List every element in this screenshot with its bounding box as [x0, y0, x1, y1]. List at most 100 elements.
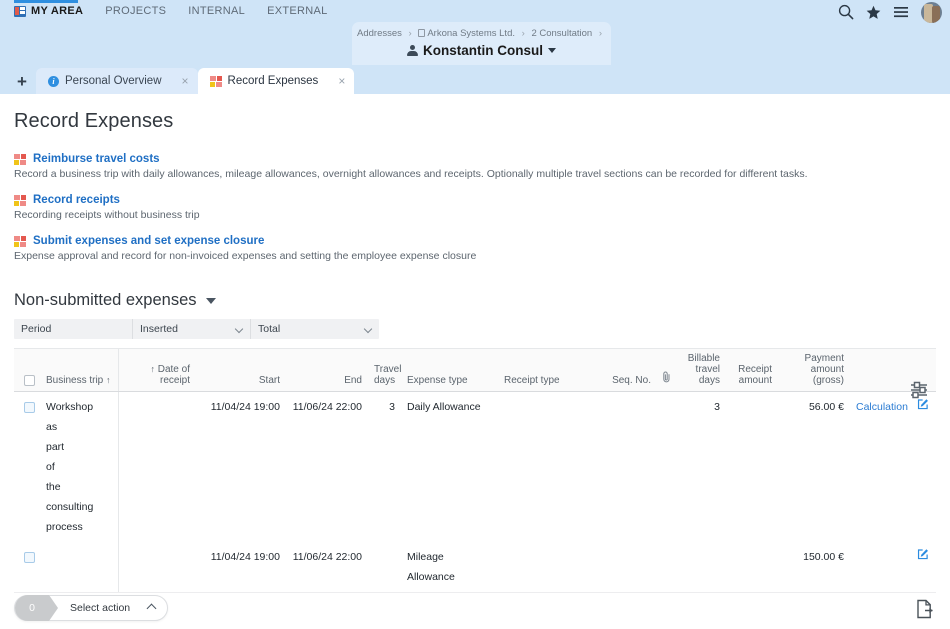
header-end[interactable]: End	[286, 349, 368, 392]
spreadsheet-icon	[14, 235, 26, 247]
header-receipt-amount[interactable]: Receipt amount	[726, 349, 778, 392]
filter-inserted[interactable]: Inserted	[132, 319, 250, 339]
page-content: Record Expenses Reimburse travel costs R…	[0, 94, 950, 629]
breadcrumb-current-entity[interactable]: Konstantin Consul	[352, 43, 611, 58]
nav-item-external[interactable]: EXTERNAL	[267, 5, 327, 17]
spreadsheet-icon	[14, 194, 26, 206]
paperclip-icon	[663, 371, 670, 383]
cell-seq-no	[584, 542, 657, 593]
search-icon[interactable]	[838, 4, 854, 20]
edit-icon[interactable]	[917, 398, 929, 410]
cell-edit[interactable]	[910, 542, 936, 593]
cell-billable-travel-days: 3	[714, 401, 720, 413]
cell-receipt-amount	[726, 392, 778, 543]
tab-record-expenses[interactable]: Record Expenses ×	[197, 68, 355, 94]
header-date-of-receipt[interactable]: ↑ Date of receipt	[118, 349, 196, 392]
cell-end: 11/06/24 22:00	[292, 401, 362, 413]
page-title: Record Expenses	[14, 110, 174, 132]
row-checkbox-cell[interactable]	[14, 542, 40, 593]
header-receipt-type[interactable]: Receipt type	[498, 349, 584, 392]
table-header-row: Business trip ↑ ↑ Date of receipt Start …	[14, 349, 936, 392]
sort-asc-icon: ↑	[106, 375, 111, 385]
section-header: Non-submitted expenses	[0, 276, 950, 310]
info-icon: i	[48, 75, 59, 87]
chevron-down-icon[interactable]	[548, 48, 556, 53]
table-row[interactable]: Workshop as part of the consulting proce…	[14, 391, 936, 543]
edit-icon[interactable]	[917, 548, 929, 560]
close-icon[interactable]: ×	[182, 75, 189, 87]
breadcrumb-separator: ›	[408, 28, 412, 39]
header-seq-no[interactable]: Seq. No.	[584, 349, 657, 392]
header-business-trip[interactable]: Business trip ↑	[40, 349, 119, 392]
action-link-record-receipts[interactable]: Record receipts	[33, 194, 120, 206]
table-row[interactable]: 11/04/24 19:00 11/06/24 22:00 Mileage Al…	[14, 542, 936, 593]
avatar[interactable]	[921, 1, 942, 23]
filter-period[interactable]: Period	[14, 319, 132, 339]
header-select-all[interactable]	[14, 349, 40, 392]
filter-inserted-label: Inserted	[140, 323, 178, 335]
header-billable-travel-days[interactable]: Billable travel days	[674, 349, 726, 392]
select-action-button[interactable]: 0 Select action	[14, 595, 169, 621]
cell-receipt-type	[498, 542, 584, 593]
breadcrumb-item-consultation[interactable]: 2 Consultation	[531, 28, 592, 39]
calculation-link[interactable]: Calculation	[856, 401, 908, 413]
sort-asc-icon: ↑	[150, 364, 155, 374]
cell-business-trip: Workshop as part of the consulting proce…	[40, 391, 119, 542]
nav-item-internal[interactable]: INTERNAL	[188, 5, 245, 17]
cell-attachment	[657, 392, 674, 543]
spreadsheet-icon	[209, 75, 222, 87]
filter-bar: Period Inserted Total	[14, 319, 379, 339]
cell-date-of-receipt	[118, 392, 196, 543]
tab-personal-overview[interactable]: i Personal Overview ×	[36, 68, 198, 94]
tab-personal-overview-label: Personal Overview	[65, 75, 162, 87]
export-document-icon[interactable]	[916, 599, 934, 619]
cell-business-trip	[40, 542, 119, 593]
action-link-reimburse-travel-costs[interactable]: Reimburse travel costs	[33, 153, 160, 165]
selection-count-badge: 0	[15, 595, 58, 621]
header-business-trip-label: Business trip	[46, 375, 104, 386]
chevron-down-icon[interactable]	[205, 297, 216, 304]
select-action-label: Select action	[70, 602, 131, 614]
my-area-icon	[14, 5, 26, 17]
new-tab-button[interactable]: +	[8, 68, 36, 94]
header-start[interactable]: Start	[196, 349, 286, 392]
action-head: Record receipts	[14, 194, 950, 206]
cell-edit[interactable]	[910, 392, 936, 543]
expenses-table-wrapper: Business trip ↑ ↑ Date of receipt Start …	[14, 348, 936, 629]
row-checkbox[interactable]	[24, 401, 35, 413]
action-record-receipts: Record receipts Recording receipts witho…	[14, 194, 950, 222]
header-payment-amount[interactable]: Payment amount (gross)	[778, 349, 850, 392]
close-icon[interactable]: ×	[338, 75, 345, 87]
expenses-table: Business trip ↑ ↑ Date of receipt Start …	[14, 349, 936, 629]
filter-period-label: Period	[21, 323, 52, 335]
person-icon	[407, 45, 418, 56]
action-head: Reimburse travel costs	[14, 153, 950, 165]
cell-link	[850, 542, 910, 593]
cell-end: 11/06/24 22:00	[286, 542, 368, 593]
active-nav-indicator	[14, 0, 78, 3]
header-link	[850, 349, 910, 392]
favorites-star-icon[interactable]	[866, 5, 881, 20]
cell-expense-type: Mileage Allowance	[401, 542, 498, 593]
cell-link[interactable]: Calculation	[850, 392, 910, 543]
hamburger-menu-icon[interactable]	[893, 5, 909, 19]
row-checkbox-cell[interactable]	[14, 392, 40, 543]
nav-item-projects[interactable]: PROJECTS	[105, 5, 166, 17]
nav-item-my-area[interactable]: MY AREA	[14, 5, 83, 17]
cell-billable-travel-days	[674, 542, 726, 593]
filter-total[interactable]: Total	[250, 319, 379, 339]
select-all-checkbox[interactable]	[24, 374, 35, 386]
header-expense-type[interactable]: Expense type	[401, 349, 498, 392]
breadcrumb: Addresses › Arkona Systems Ltd. › 2 Cons…	[352, 27, 611, 40]
header-attachment[interactable]	[657, 349, 674, 392]
breadcrumb-item-addresses[interactable]: Addresses	[357, 28, 402, 39]
cell-receipt-amount	[726, 542, 778, 593]
action-link-submit-expenses[interactable]: Submit expenses and set expense closure	[33, 235, 264, 247]
cell-expense-type: Daily Allowance	[407, 401, 481, 413]
chevron-up-icon[interactable]	[146, 603, 157, 613]
chevron-down-icon	[363, 324, 373, 334]
header-travel-days[interactable]: Travel days	[368, 349, 401, 392]
tab-record-expenses-label: Record Expenses	[227, 75, 319, 87]
row-checkbox[interactable]	[24, 551, 35, 563]
breadcrumb-item-company[interactable]: Arkona Systems Ltd.	[427, 28, 515, 39]
